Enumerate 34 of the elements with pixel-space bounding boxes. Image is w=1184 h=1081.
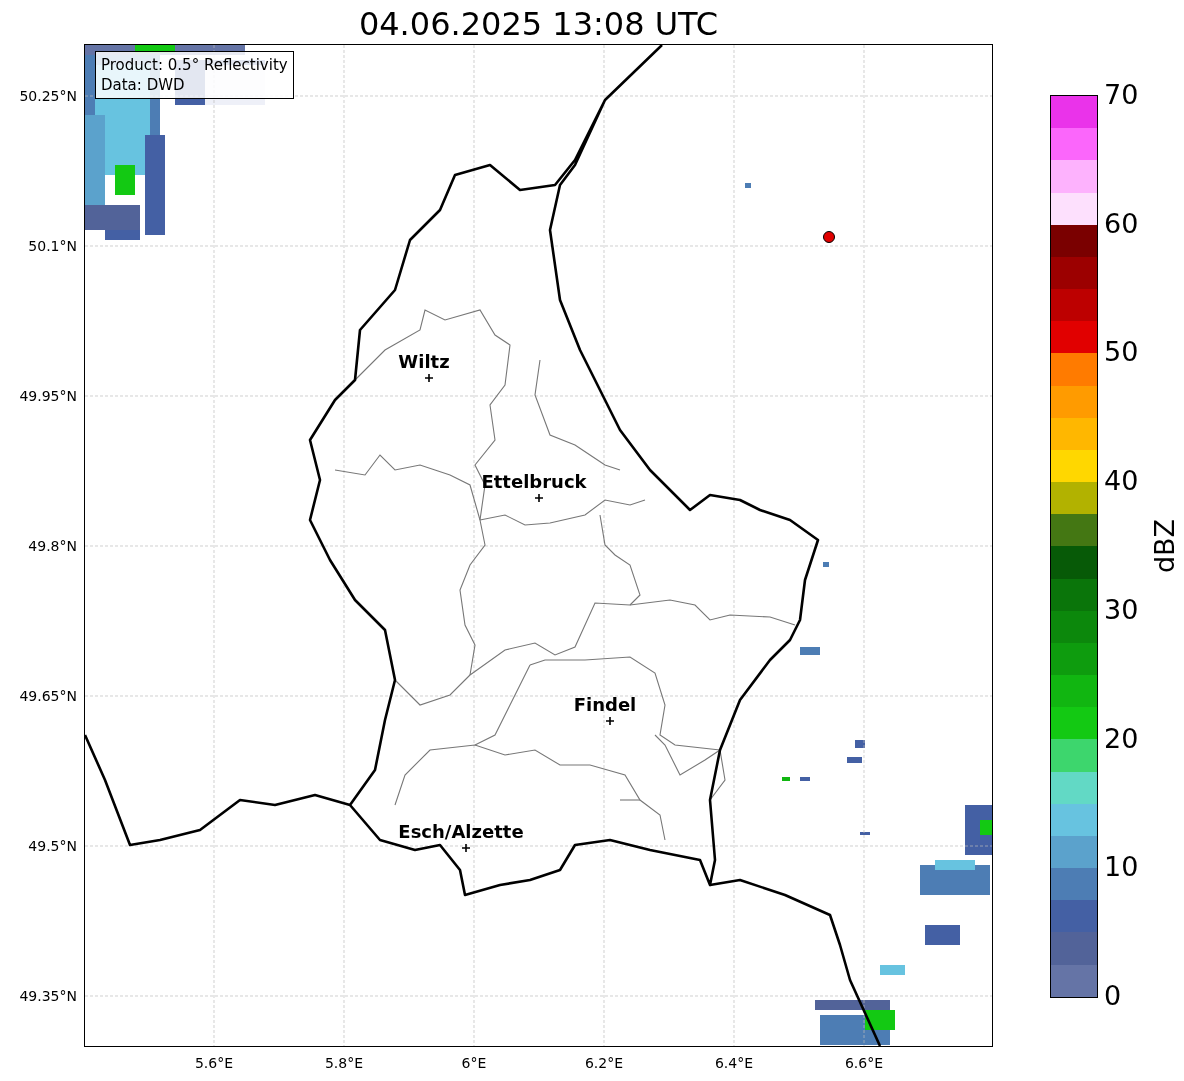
radar-site-marker (823, 231, 835, 243)
colorbar-tick-label: 60 (1104, 207, 1139, 240)
longitude-label: 5.6°E (193, 1054, 235, 1072)
colorbar-title: dBZ (1149, 517, 1181, 576)
city-label: Findel (573, 694, 637, 715)
colorbar-tick-label: 70 (1104, 79, 1139, 111)
colorbar-tick-label: 30 (1104, 593, 1139, 626)
legend-text: Data: DWD (101, 75, 186, 95)
city-marker-icon (424, 373, 434, 383)
city-label: Wiltz (398, 351, 450, 372)
latitude-label: 49.35°N (19, 987, 77, 1005)
city-label: Esch/Alzette (398, 821, 524, 842)
colorbar-tick-label: 10 (1104, 851, 1139, 884)
latitude-label: 50.1°N (28, 237, 77, 255)
city-marker-icon (605, 716, 615, 726)
latitude-label: 49.95°N (19, 387, 77, 405)
latitude-label: 50.25°N (19, 87, 77, 105)
latitude-label: 49.5°N (28, 837, 77, 855)
colorbar-tick-label: 20 (1104, 722, 1139, 755)
colorbar-tick-label: 40 (1104, 465, 1139, 498)
latitude-label: 49.65°N (19, 687, 77, 705)
latitude-label: 49.8°N (28, 537, 77, 555)
longitude-label: 6°E (460, 1054, 488, 1072)
city-marker-icon (534, 493, 544, 503)
longitude-label: 5.8°E (323, 1054, 365, 1072)
colorbar-tick-label: 50 (1104, 336, 1139, 369)
city-label: Ettelbruck (481, 471, 587, 492)
city-marker-icon (461, 843, 471, 853)
longitude-label: 6.2°E (583, 1054, 625, 1072)
chart-title: 04.06.2025 13:08 UTC (357, 4, 720, 44)
colorbar-tick-label: 0 (1104, 979, 1122, 1012)
longitude-label: 6.4°E (713, 1054, 755, 1072)
longitude-label: 6.6°E (843, 1054, 885, 1072)
legend-text: Product: 0.5° Reflectivity (101, 55, 288, 75)
